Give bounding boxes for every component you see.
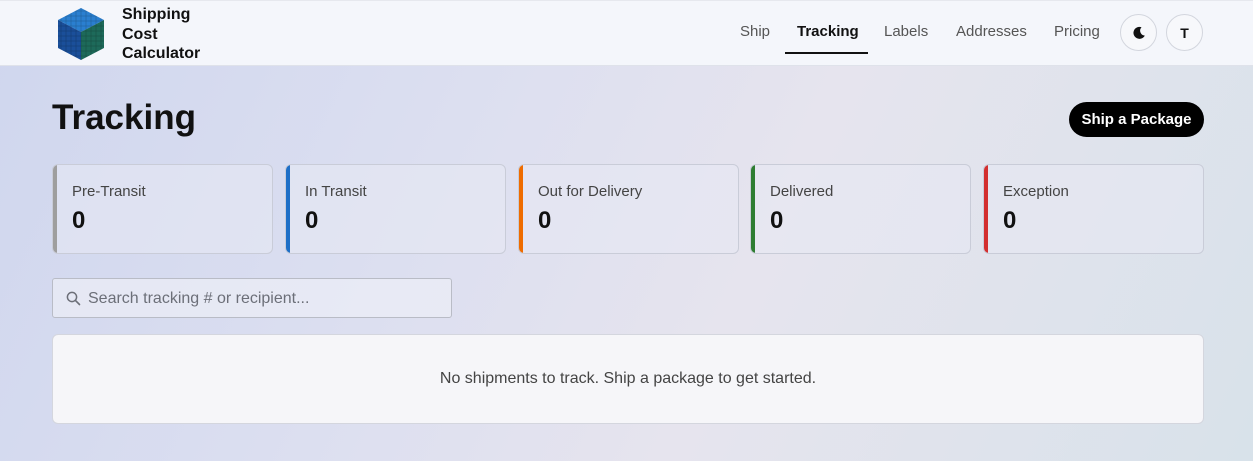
nav-item-ship[interactable]: Ship (740, 23, 770, 40)
stat-card-pre-transit: Pre-Transit 0 (52, 164, 273, 254)
status-color-bar (984, 165, 988, 253)
search-input[interactable] (88, 287, 443, 311)
stat-label: Out for Delivery (538, 183, 643, 200)
stat-card-delivered: Delivered 0 (750, 164, 971, 254)
moon-icon (1132, 26, 1145, 39)
search-icon (66, 291, 81, 306)
stat-value: 0 (1003, 207, 1017, 234)
search-box[interactable] (52, 278, 452, 318)
stat-value: 0 (770, 207, 784, 234)
stat-value: 0 (538, 207, 552, 234)
empty-state-message: No shipments to track. Ship a package to… (439, 370, 817, 387)
app-title: Shipping Cost Calculator (122, 6, 201, 62)
top-header: Shipping Cost Calculator Ship Tracking L… (0, 0, 1253, 66)
stat-value: 0 (305, 207, 319, 234)
stat-value: 0 (72, 207, 86, 234)
status-color-bar (286, 165, 290, 253)
shipments-empty-panel: No shipments to track. Ship a package to… (52, 334, 1204, 424)
theme-toggle-button[interactable] (1120, 14, 1157, 51)
stat-label: Delivered (770, 183, 834, 200)
status-color-bar (53, 165, 57, 253)
page-title: Tracking (52, 98, 196, 137)
status-color-bar (519, 165, 523, 253)
ship-package-button[interactable]: Ship a Package (1069, 102, 1204, 137)
cube-logo-icon[interactable] (56, 6, 106, 62)
status-color-bar (751, 165, 755, 253)
active-tab-indicator (785, 52, 868, 54)
nav-item-labels[interactable]: Labels (884, 23, 928, 40)
stat-card-in-transit: In Transit 0 (285, 164, 506, 254)
stat-label: Exception (1003, 183, 1069, 200)
stat-card-out-for-delivery: Out for Delivery 0 (518, 164, 739, 254)
nav-item-addresses[interactable]: Addresses (956, 23, 1027, 40)
stat-label: Pre-Transit (72, 183, 146, 200)
stat-label: In Transit (305, 183, 367, 200)
nav-item-pricing[interactable]: Pricing (1054, 23, 1100, 40)
user-avatar-button[interactable]: T (1166, 14, 1203, 51)
nav-item-tracking[interactable]: Tracking (797, 23, 859, 40)
stat-card-exception: Exception 0 (983, 164, 1204, 254)
